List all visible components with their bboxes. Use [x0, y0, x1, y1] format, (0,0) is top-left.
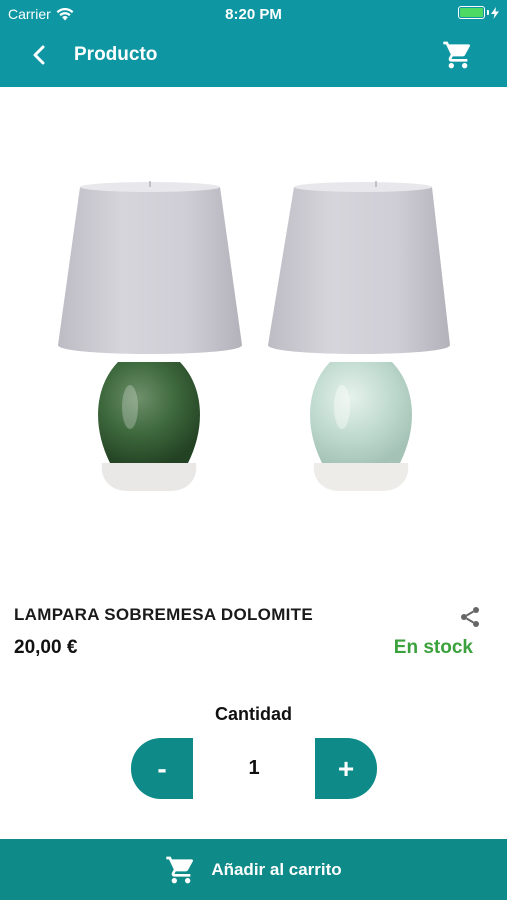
battery-icon	[458, 6, 485, 19]
app-header: Carrier 8:20 PM Producto	[0, 0, 507, 87]
cart-icon	[443, 41, 471, 69]
lamp-mint	[268, 181, 450, 491]
add-to-cart-button[interactable]: Añadir al carrito	[0, 839, 507, 900]
back-button[interactable]	[24, 40, 54, 70]
cart-button[interactable]	[441, 38, 475, 72]
lamp-photo	[58, 181, 450, 491]
product-name: LAMPARA SOBREMESA DOLOMITE	[14, 605, 313, 624]
quantity-decrease-button[interactable]: -	[131, 738, 193, 799]
share-button[interactable]	[458, 605, 482, 629]
share-icon	[461, 607, 479, 627]
page-title: Producto	[74, 44, 158, 65]
stock-status: En stock	[393, 637, 473, 658]
product-image	[0, 87, 507, 587]
quantity-value: 1	[248, 757, 260, 779]
product-price: 20,00 €	[14, 637, 78, 658]
quantity-label: Cantidad	[214, 704, 292, 724]
quantity-increase-button[interactable]: +	[315, 738, 377, 799]
cart-icon	[166, 856, 194, 883]
chevron-left-icon	[33, 45, 45, 65]
battery-indicator	[458, 6, 499, 19]
charging-bolt-icon	[491, 6, 499, 19]
status-bar: Carrier 8:20 PM	[0, 0, 507, 28]
lamp-green	[58, 181, 242, 491]
add-to-cart-label: Añadir al carrito	[211, 859, 342, 879]
status-time: 8:20 PM	[225, 6, 282, 23]
